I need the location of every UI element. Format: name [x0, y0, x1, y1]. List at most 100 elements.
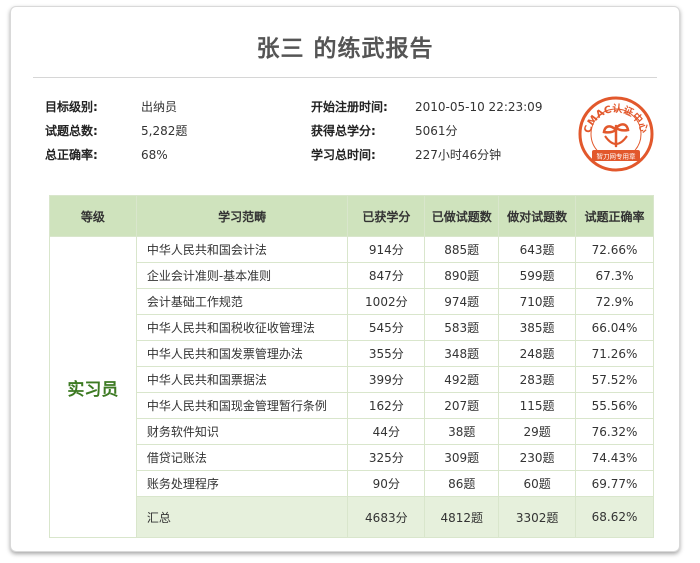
- total-credits-cell: 4683分: [347, 496, 426, 538]
- scope-cell: 中华人民共和国发票管理办法: [135, 340, 349, 367]
- info-value: 68%: [141, 148, 168, 162]
- info-left: 目标级别: 出纳员 试题总数: 5,282题 总正确率: 68%: [45, 95, 187, 167]
- table-row: 账务处理程序 90分 86题 60题 69.77%: [50, 470, 654, 497]
- credits-cell: 1002分: [347, 288, 426, 315]
- accuracy-cell: 69.77%: [575, 470, 654, 497]
- total-attempted-cell: 4812题: [424, 496, 500, 538]
- credits-cell: 914分: [347, 236, 426, 263]
- credits-cell: 44分: [347, 418, 426, 445]
- info-row-study-time: 学习总时间: 227小时46分钟: [311, 143, 542, 167]
- accuracy-cell: 76.32%: [575, 418, 654, 445]
- header-attempted: 已做试题数: [424, 195, 500, 237]
- info-row-total-questions: 试题总数: 5,282题: [45, 119, 187, 143]
- report-card: 张三 的练武报告 目标级别: 出纳员 试题总数: 5,282题 总正确率: 68…: [10, 6, 680, 552]
- header-level: 等级: [49, 195, 137, 237]
- scope-cell: 财务软件知识: [135, 418, 349, 445]
- scope-cell: 企业会计准则-基本准则: [135, 262, 349, 289]
- scope-cell: 借贷记账法: [135, 444, 349, 471]
- credits-cell: 545分: [347, 314, 426, 341]
- certification-stamp-icon: CMAC认证中心 智刀网专用章: [578, 96, 654, 172]
- table-row: 实习员 中华人民共和国会计法 914分 885题 643题 72.66%: [49, 236, 654, 538]
- accuracy-cell: 71.26%: [575, 340, 654, 367]
- header-credits: 已获学分: [347, 195, 426, 237]
- info-right: 开始注册时间: 2010-05-10 22:23:09 获得总学分: 5061分…: [311, 95, 542, 167]
- total-accuracy-cell: 68.62%: [575, 496, 654, 538]
- correct-cell: 115题: [498, 392, 577, 419]
- table-row: 企业会计准则-基本准则 847分 890题 599题 67.3%: [50, 262, 654, 289]
- accuracy-cell: 72.66%: [575, 236, 654, 263]
- info-row-total-credits: 获得总学分: 5061分: [311, 119, 542, 143]
- attempted-cell: 974题: [424, 288, 500, 315]
- table-row: 财务软件知识 44分 38题 29题 76.32%: [50, 418, 654, 445]
- scope-cell: 账务处理程序: [135, 470, 349, 497]
- correct-cell: 599题: [498, 262, 577, 289]
- table-row: 借贷记账法 325分 309题 230题 74.43%: [50, 444, 654, 471]
- attempted-cell: 890题: [424, 262, 500, 289]
- total-row: 汇总 4683分 4812题 3302题 68.62%: [50, 496, 654, 538]
- header-accuracy: 试题正确率: [575, 195, 654, 237]
- accuracy-cell: 74.43%: [575, 444, 654, 471]
- attempted-cell: 86题: [424, 470, 500, 497]
- report-table: 等级 学习范畴 已获学分 已做试题数 做对试题数 试题正确率 实习员 中华人民共…: [49, 195, 654, 538]
- scope-cell: 中华人民共和国现金管理暂行条例: [135, 392, 349, 419]
- info-value: 2010-05-10 22:23:09: [415, 100, 543, 114]
- header-scope: 学习范畴: [135, 195, 349, 237]
- info-value: 227小时46分钟: [415, 148, 502, 162]
- info-value: 5061分: [415, 124, 458, 138]
- scope-cell: 中华人民共和国会计法: [135, 236, 349, 263]
- stamp-subtext: 智刀网专用章: [597, 152, 637, 161]
- level-cell: 实习员: [49, 236, 137, 538]
- attempted-cell: 207题: [424, 392, 500, 419]
- credits-cell: 162分: [347, 392, 426, 419]
- table-row: 中华人民共和国发票管理办法 355分 348题 248题 71.26%: [50, 340, 654, 367]
- accuracy-cell: 55.56%: [575, 392, 654, 419]
- attempted-cell: 885题: [424, 236, 500, 263]
- credits-cell: 847分: [347, 262, 426, 289]
- correct-cell: 248题: [498, 340, 577, 367]
- info-label: 试题总数:: [45, 124, 98, 138]
- credits-cell: 355分: [347, 340, 426, 367]
- correct-cell: 643题: [498, 236, 577, 263]
- correct-cell: 29题: [498, 418, 577, 445]
- info-row-accuracy: 总正确率: 68%: [45, 143, 187, 167]
- credits-cell: 325分: [347, 444, 426, 471]
- info-label: 学习总时间:: [311, 148, 376, 162]
- credits-cell: 90分: [347, 470, 426, 497]
- table-row: 会计基础工作规范 1002分 974题 710题 72.9%: [50, 288, 654, 315]
- info-label: 目标级别:: [45, 100, 98, 114]
- credits-cell: 399分: [347, 366, 426, 393]
- info-label: 总正确率:: [45, 148, 98, 162]
- correct-cell: 283题: [498, 366, 577, 393]
- attempted-cell: 492题: [424, 366, 500, 393]
- attempted-cell: 309题: [424, 444, 500, 471]
- scope-cell: 中华人民共和国税收征收管理法: [135, 314, 349, 341]
- scope-cell: 会计基础工作规范: [135, 288, 349, 315]
- total-correct-cell: 3302题: [498, 496, 577, 538]
- correct-cell: 710题: [498, 288, 577, 315]
- correct-cell: 230题: [498, 444, 577, 471]
- total-label-cell: 汇总: [135, 496, 349, 538]
- table-row: 中华人民共和国现金管理暂行条例 162分 207题 115题 55.56%: [50, 392, 654, 419]
- info-label: 开始注册时间:: [311, 100, 388, 114]
- page-title: 张三 的练武报告: [256, 36, 434, 62]
- correct-cell: 60题: [498, 470, 577, 497]
- attempted-cell: 38题: [424, 418, 500, 445]
- attempted-cell: 583题: [424, 314, 500, 341]
- info-row-target-level: 目标级别: 出纳员: [45, 95, 187, 119]
- table-row: 中华人民共和国税收征收管理法 545分 583题 385题 66.04%: [50, 314, 654, 341]
- scope-cell: 中华人民共和国票据法: [135, 366, 349, 393]
- title-divider: [33, 77, 657, 78]
- accuracy-cell: 57.52%: [575, 366, 654, 393]
- accuracy-cell: 67.3%: [575, 262, 654, 289]
- accuracy-cell: 72.9%: [575, 288, 654, 315]
- header-correct: 做对试题数: [498, 195, 577, 237]
- info-value: 5,282题: [141, 124, 188, 138]
- correct-cell: 385题: [498, 314, 577, 341]
- info-row-register-time: 开始注册时间: 2010-05-10 22:23:09: [311, 95, 542, 119]
- table-row: 中华人民共和国票据法 399分 492题 283题 57.52%: [50, 366, 654, 393]
- table-header-row: 等级 学习范畴 已获学分 已做试题数 做对试题数 试题正确率: [49, 195, 654, 237]
- info-value: 出纳员: [141, 100, 178, 114]
- info-label: 获得总学分:: [311, 124, 376, 138]
- attempted-cell: 348题: [424, 340, 500, 367]
- accuracy-cell: 66.04%: [575, 314, 654, 341]
